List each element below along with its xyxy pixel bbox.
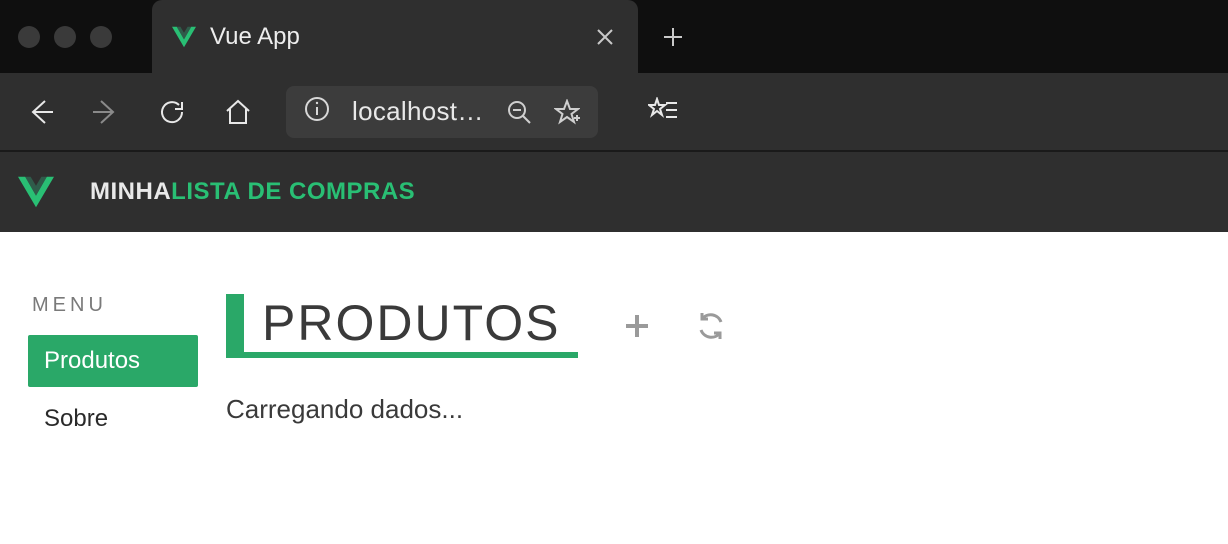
page-title: PRODUTOS: [244, 294, 578, 358]
address-bar[interactable]: localhost…: [286, 86, 598, 138]
brand-prefix: MINHA: [90, 178, 171, 205]
refresh-list-button[interactable]: [696, 311, 726, 341]
app-brand: MINHALISTA DE COMPRAS: [18, 174, 415, 210]
refresh-button[interactable]: [154, 94, 190, 130]
window-close-dot[interactable]: [18, 26, 40, 48]
favorites-list-icon[interactable]: [648, 97, 678, 127]
page-body: MENU Produtos Sobre PRODUTOS Carregando …: [0, 232, 1228, 445]
window-minimize-dot[interactable]: [54, 26, 76, 48]
zoom-out-icon[interactable]: [506, 99, 532, 125]
tab-close-icon[interactable]: [588, 19, 622, 55]
page-title-wrap: PRODUTOS: [226, 294, 578, 358]
menu-heading: MENU: [32, 294, 198, 317]
sidebar-item-sobre[interactable]: Sobre: [28, 393, 198, 445]
app-header: MINHALISTA DE COMPRAS: [0, 152, 1228, 232]
title-accent-bar: [226, 294, 244, 358]
tab-title: Vue App: [210, 23, 300, 51]
home-button[interactable]: [220, 94, 256, 130]
vue-logo-icon: [172, 25, 196, 49]
url-text: localhost…: [352, 96, 484, 127]
forward-button[interactable]: [88, 94, 124, 130]
main-content: PRODUTOS Carregando dados...: [226, 294, 1200, 445]
new-tab-button[interactable]: [652, 17, 694, 57]
browser-toolbar: localhost…: [0, 73, 1228, 152]
window-traffic-lights: [18, 26, 112, 48]
site-info-icon[interactable]: [304, 96, 330, 127]
favorite-icon[interactable]: [554, 99, 580, 125]
page-title-row: PRODUTOS: [226, 294, 1200, 358]
app-brand-text: MINHALISTA DE COMPRAS: [90, 178, 415, 206]
add-product-button[interactable]: [622, 311, 652, 341]
vue-logo-icon: [18, 174, 54, 210]
brand-suffix: LISTA DE COMPRAS: [171, 178, 415, 205]
window-zoom-dot[interactable]: [90, 26, 112, 48]
window-titlebar: Vue App: [0, 0, 1228, 73]
loading-text: Carregando dados...: [226, 394, 1200, 425]
sidebar: MENU Produtos Sobre: [28, 294, 198, 445]
sidebar-item-produtos[interactable]: Produtos: [28, 335, 198, 387]
back-button[interactable]: [22, 94, 58, 130]
browser-tab[interactable]: Vue App: [152, 0, 638, 73]
